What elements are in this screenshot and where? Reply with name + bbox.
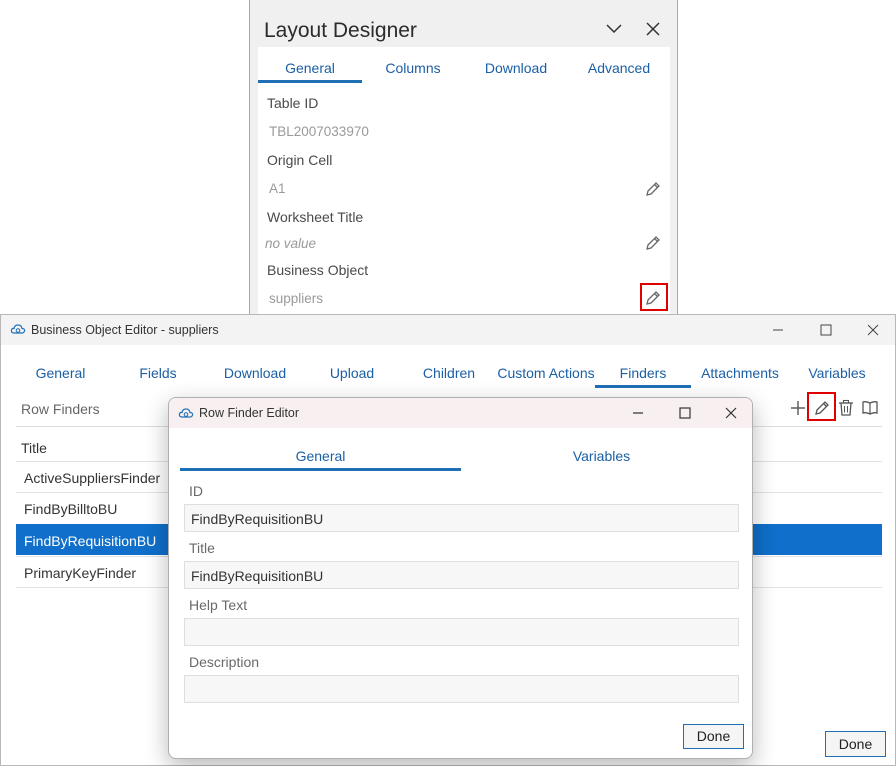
row-finders-label: Row Finders — [21, 401, 100, 417]
book-icon[interactable] — [861, 399, 879, 417]
cloud-app-icon — [10, 324, 26, 334]
close-icon[interactable] — [644, 20, 662, 38]
minimize-icon[interactable] — [771, 323, 785, 337]
origin-cell-value: A1 — [269, 181, 286, 196]
done-button[interactable]: Done — [825, 731, 886, 757]
tab-download[interactable]: Download — [207, 365, 303, 381]
worksheet-title-label: Worksheet Title — [267, 209, 364, 225]
pencil-icon[interactable] — [644, 180, 662, 198]
tab-children[interactable]: Children — [401, 365, 497, 381]
tab-general[interactable]: General — [180, 448, 461, 464]
plus-icon[interactable] — [789, 399, 807, 417]
help-text-label: Help Text — [189, 597, 248, 613]
help-text-field[interactable] — [184, 618, 739, 646]
origin-cell-label: Origin Cell — [267, 152, 333, 168]
done-button[interactable]: Done — [683, 724, 744, 749]
worksheet-title-value: no value — [265, 236, 317, 251]
pencil-icon[interactable] — [644, 234, 662, 252]
id-field[interactable]: FindByRequisitionBU — [184, 504, 739, 532]
row-title: FindByBilltoBU — [24, 501, 118, 517]
title-field[interactable]: FindByRequisitionBU — [184, 561, 739, 589]
column-header-title: Title — [21, 440, 47, 456]
tab-upload[interactable]: Upload — [304, 365, 400, 381]
highlight-box — [640, 283, 668, 311]
id-label: ID — [189, 483, 203, 499]
tab-columns[interactable]: Columns — [362, 60, 464, 76]
tab-general[interactable]: General — [13, 365, 108, 381]
window-title: Business Object Editor - suppliers — [31, 323, 219, 337]
title-label: Title — [189, 540, 215, 556]
tab-variables[interactable]: Variables — [789, 365, 885, 381]
minimize-icon[interactable] — [631, 406, 645, 420]
tab-custom-actions[interactable]: Custom Actions — [495, 365, 597, 381]
table-id-value: TBL2007033970 — [269, 124, 369, 139]
dialog-title: Row Finder Editor — [199, 406, 300, 420]
tab-advanced[interactable]: Advanced — [568, 60, 670, 76]
layout-designer-title: Layout Designer — [264, 19, 417, 42]
active-tab-indicator — [595, 385, 691, 388]
description-label: Description — [189, 654, 260, 670]
highlight-box — [807, 392, 836, 421]
chevron-down-icon[interactable] — [604, 20, 624, 38]
close-icon[interactable] — [724, 406, 738, 420]
tab-attachments[interactable]: Attachments — [692, 365, 788, 381]
tab-general[interactable]: General — [258, 60, 362, 76]
tab-download[interactable]: Download — [464, 60, 568, 76]
row-title: ActiveSuppliersFinder — [24, 470, 161, 486]
tab-fields[interactable]: Fields — [110, 365, 206, 381]
active-tab-indicator — [180, 468, 461, 471]
layout-designer-pane: Layout Designer General Columns Download… — [249, 0, 678, 318]
maximize-icon[interactable] — [678, 406, 692, 420]
row-finder-editor-dialog: Row Finder Editor General Variables ID F… — [168, 397, 753, 759]
table-id-label: Table ID — [267, 95, 319, 111]
row-title: FindByRequisitionBU — [24, 533, 157, 549]
cloud-app-icon — [178, 408, 194, 418]
active-tab-indicator — [258, 80, 362, 83]
business-object-value: suppliers — [269, 291, 324, 306]
tab-variables[interactable]: Variables — [461, 448, 742, 464]
maximize-icon[interactable] — [819, 323, 833, 337]
business-object-label: Business Object — [267, 262, 369, 278]
description-field[interactable] — [184, 675, 739, 703]
trash-icon[interactable] — [837, 399, 855, 417]
tab-finders[interactable]: Finders — [595, 365, 691, 381]
close-icon[interactable] — [866, 323, 880, 337]
row-title: PrimaryKeyFinder — [24, 565, 137, 581]
